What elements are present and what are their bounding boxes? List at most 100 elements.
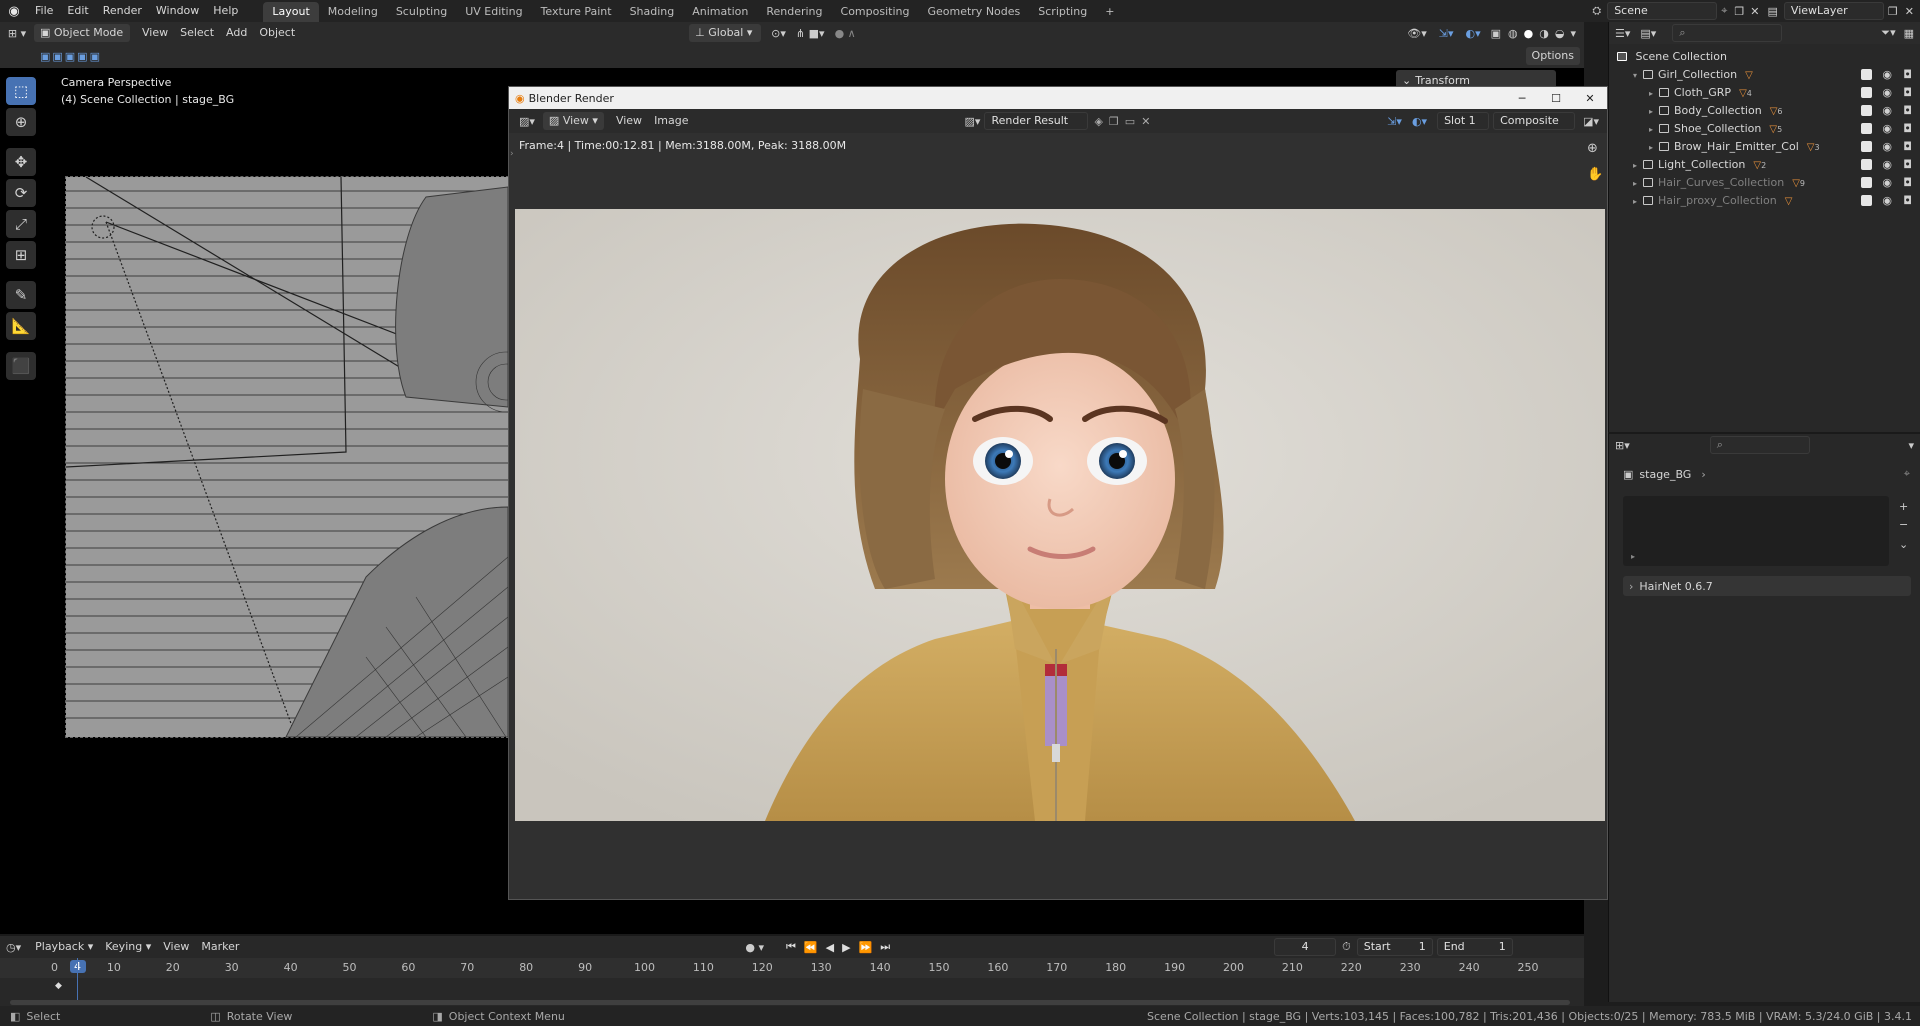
new-image-icon[interactable]: ❐ — [1109, 115, 1119, 128]
render-camera-icon[interactable]: ◘ — [1903, 174, 1912, 192]
scene-icon[interactable]: ⛭ — [1592, 4, 1601, 18]
workspace-tab-scripting[interactable]: Scripting — [1029, 2, 1096, 22]
measure-tool-icon[interactable]: 📐 — [6, 312, 36, 340]
render-camera-icon[interactable]: ◘ — [1903, 192, 1912, 210]
editor-type-icon[interactable]: ⊞ ▾ — [0, 27, 34, 40]
select-box-mode-icons[interactable]: ▣▣▣▣▣ — [40, 50, 102, 63]
gizmo-icon[interactable]: ⇲▾ — [1439, 27, 1454, 40]
image-gizmo-icon[interactable]: ⇲▾ — [1387, 115, 1402, 128]
properties-options-icon[interactable]: ▾ — [1908, 439, 1914, 452]
select-box-tool-icon[interactable]: ⬚ — [6, 77, 36, 105]
outliner-item-body-collection[interactable]: ▸ Body_Collection ▽6 ◉ ◘ — [1609, 102, 1920, 120]
fake-user-icon[interactable]: ◈ — [1094, 115, 1102, 128]
eye-icon[interactable]: ◉ — [1882, 120, 1892, 138]
timeline-menu-view[interactable]: View — [157, 938, 195, 956]
close-icon[interactable]: ✕ — [1573, 92, 1607, 105]
image-menu-view[interactable]: View — [610, 112, 648, 130]
timeline-menu-marker[interactable]: Marker — [195, 938, 245, 956]
render-result-image[interactable] — [515, 209, 1605, 821]
image-overlay-icon[interactable]: ◐▾ — [1412, 115, 1427, 128]
eye-icon[interactable]: ◉ — [1882, 138, 1892, 156]
outliner-item-shoe-collection[interactable]: ▸ Shoe_Collection ▽5 ◉ ◘ — [1609, 120, 1920, 138]
list-add-icon[interactable]: + — [1899, 500, 1908, 513]
image-menu-image[interactable]: Image — [648, 112, 694, 130]
workspace-tab-compositing[interactable]: Compositing — [832, 2, 919, 22]
timeline-editor-icon[interactable]: ◷▾ — [6, 941, 21, 954]
delete-scene-icon[interactable]: ✕ — [1750, 5, 1759, 18]
end-frame-field[interactable]: End 1 — [1436, 938, 1513, 956]
keyframe-area[interactable]: ◆ — [0, 958, 1584, 1000]
pin-icon[interactable]: ⌖ — [1721, 4, 1727, 18]
viewport-menu-view[interactable]: View — [136, 24, 174, 42]
hairnet-panel-header[interactable]: › HairNet 0.6.7 — [1623, 576, 1911, 596]
options-dropdown[interactable]: Options — [1525, 47, 1580, 65]
workspace-tab-rendering[interactable]: Rendering — [757, 2, 831, 22]
new-collection-icon[interactable]: ▦ — [1904, 27, 1914, 40]
view-layer-selector[interactable]: ViewLayer — [1783, 2, 1884, 20]
expand-arrow-icon[interactable]: ▸ — [1649, 121, 1659, 139]
maximize-icon[interactable]: ☐ — [1539, 92, 1573, 105]
new-scene-icon[interactable]: ❐ — [1734, 5, 1744, 18]
shading-material-icon[interactable]: ◑ — [1539, 27, 1549, 40]
outliner-item-cloth-grp[interactable]: ▸ Cloth_GRP ▽4 ◉ ◘ — [1609, 84, 1920, 102]
list-box[interactable] — [1623, 496, 1889, 566]
properties-editor-icon[interactable]: ⊞▾ — [1615, 439, 1630, 452]
workspace-tab-uv-editing[interactable]: UV Editing — [456, 2, 531, 22]
exclude-checkbox[interactable] — [1861, 69, 1872, 80]
display-channels-icon[interactable]: ◪▾ — [1583, 115, 1599, 128]
expand-arrow-icon[interactable]: ▸ — [1649, 85, 1659, 103]
prev-keyframe-icon[interactable]: ⏪ — [804, 941, 818, 954]
delete-view-layer-icon[interactable]: ✕ — [1905, 5, 1914, 18]
expand-arrow-icon[interactable]: ▸ — [1633, 157, 1643, 175]
object-mode-dropdown[interactable]: ▣ Object Mode ▾ — [34, 24, 130, 57]
blender-logo-icon[interactable]: ◉ — [0, 4, 28, 19]
menu-help[interactable]: Help — [206, 0, 245, 22]
overlay-icon[interactable]: ◐▾ — [1466, 27, 1481, 40]
jump-start-icon[interactable]: ⏮ — [786, 940, 796, 954]
workspace-tab-sculpting[interactable]: Sculpting — [387, 2, 456, 22]
exclude-checkbox[interactable] — [1861, 159, 1872, 170]
exclude-checkbox[interactable] — [1861, 87, 1872, 98]
workspace-tab-texture-paint[interactable]: Texture Paint — [532, 2, 621, 22]
render-camera-icon[interactable]: ◘ — [1903, 138, 1912, 156]
outliner-item-brow-hair-emitter-col[interactable]: ▸ Brow_Hair_Emitter_Col ▽3 ◉ ◘ — [1609, 138, 1920, 156]
render-camera-icon[interactable]: ◘ — [1903, 84, 1912, 102]
record-icon[interactable]: ● ▾ — [745, 941, 764, 954]
filter-icon[interactable]: ⏷▾ — [1881, 26, 1895, 40]
shading-rendered-icon[interactable]: ◒ — [1555, 27, 1565, 40]
outliner-item-hair-proxy-collection[interactable]: ▸ Hair_proxy_Collection ▽ ◉ ◘ — [1609, 192, 1920, 210]
active-object-name[interactable]: stage_BG — [1639, 468, 1691, 481]
sidebar-toggle-icon[interactable]: › — [510, 149, 514, 159]
add-cube-tool-icon[interactable]: ⬛ — [6, 352, 36, 380]
eye-icon[interactable]: ◉ — [1882, 66, 1892, 84]
rotate-tool-icon[interactable]: ⟳ — [6, 179, 36, 207]
eye-icon[interactable]: ◉ — [1882, 174, 1892, 192]
add-workspace-button[interactable]: + — [1096, 2, 1123, 22]
workspace-tab-modeling[interactable]: Modeling — [319, 2, 387, 22]
transform-orientation-dropdown[interactable]: ⊥ Global ▾ — [689, 24, 762, 42]
current-frame-field[interactable]: 4 — [1274, 938, 1337, 956]
eye-icon[interactable]: ◉ — [1882, 156, 1892, 174]
list-expand-icon[interactable]: ▸ — [1631, 552, 1635, 561]
next-keyframe-icon[interactable]: ⏩ — [859, 941, 873, 954]
exclude-checkbox[interactable] — [1861, 105, 1872, 116]
list-menu-icon[interactable]: ⌄ — [1899, 538, 1908, 551]
render-camera-icon[interactable]: ◘ — [1903, 66, 1912, 84]
timeline-menu-keying[interactable]: Keying ▾ — [99, 938, 157, 956]
pivot-icon[interactable]: ⊙▾ — [771, 27, 786, 40]
workspace-tab-layout[interactable]: Layout — [263, 1, 319, 22]
render-camera-icon[interactable]: ◘ — [1903, 102, 1912, 120]
exclude-checkbox[interactable] — [1861, 141, 1872, 152]
render-camera-icon[interactable]: ◘ — [1903, 156, 1912, 174]
image-name-field[interactable]: Render Result — [984, 112, 1089, 130]
xray-icon[interactable]: ▣ — [1491, 27, 1501, 40]
play-reverse-icon[interactable]: ◀ — [826, 941, 834, 954]
shading-options-icon[interactable]: ▾ — [1570, 27, 1576, 40]
open-image-icon[interactable]: ▭ — [1125, 115, 1135, 128]
zoom-icon[interactable]: ⊕ — [1587, 141, 1598, 156]
proportional-edit-icon[interactable]: ● ∧ — [835, 27, 856, 40]
cursor-tool-icon[interactable]: ⊕ — [6, 108, 36, 136]
visibility-icon[interactable]: 👁▾ — [1407, 27, 1427, 40]
outliner-item-girl-collection[interactable]: ▾ Girl_Collection ▽ ◉ ◘ — [1609, 66, 1920, 84]
display-mode-icon[interactable]: ▤▾ — [1640, 27, 1656, 40]
